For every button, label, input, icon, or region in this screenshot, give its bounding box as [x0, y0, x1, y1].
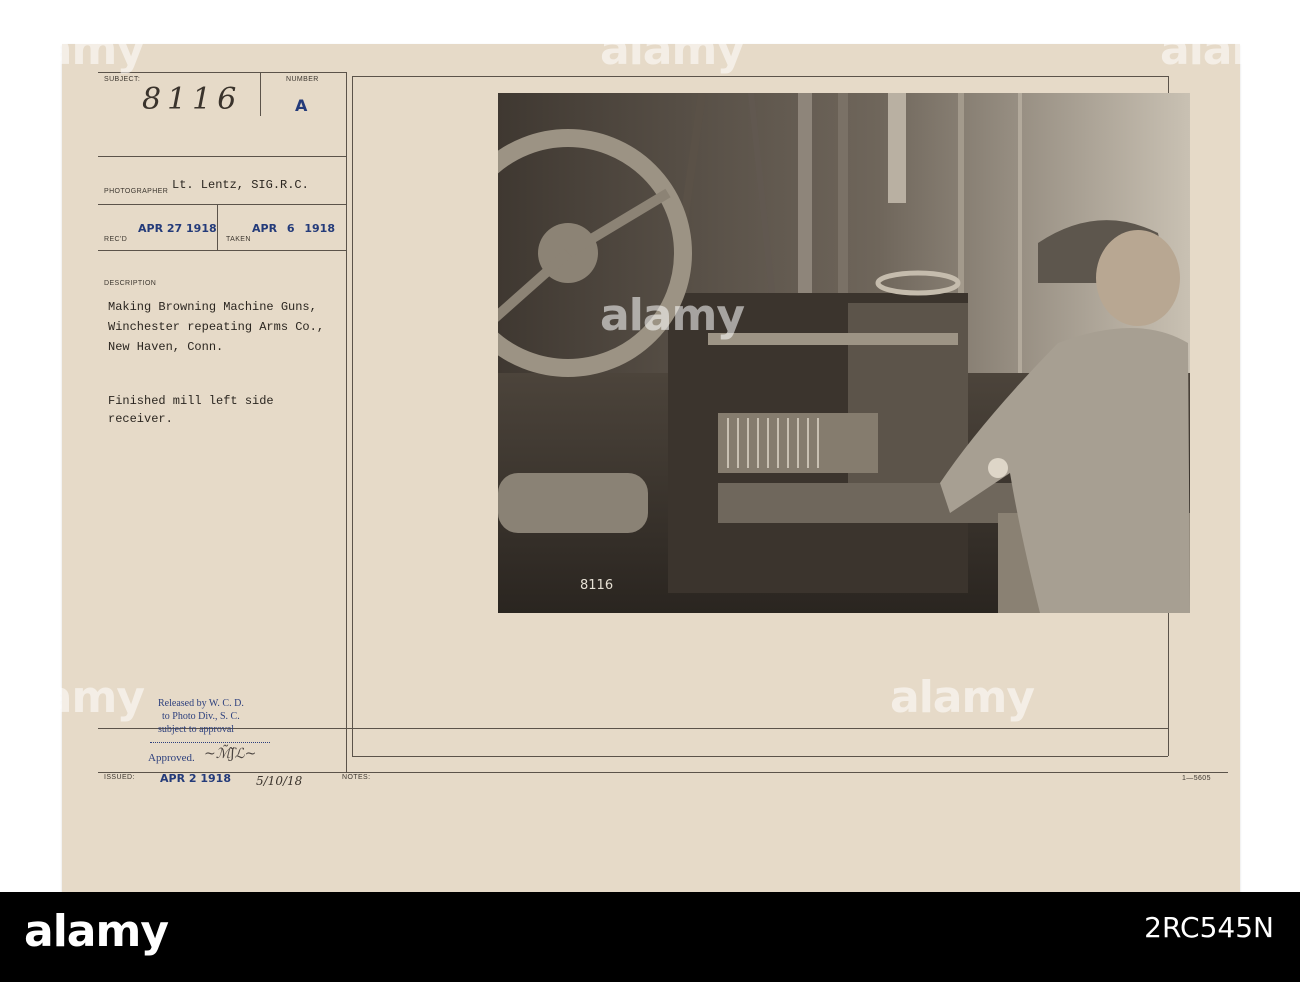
divider	[98, 728, 1168, 729]
factory-photograph: 8116	[498, 93, 1190, 613]
issued-label: ISSUED:	[104, 774, 135, 781]
number-label: NUMBER	[286, 76, 319, 83]
taken-date-stamp: APR 6 1918	[252, 222, 335, 235]
watermark-logo: alamy	[1160, 24, 1300, 75]
watermark-logo: alamy	[0, 24, 145, 75]
number-value: A	[295, 96, 308, 115]
divider	[98, 204, 346, 205]
subject-label: SUBJECT:	[104, 76, 141, 83]
dotted-rule	[150, 742, 270, 743]
divider	[346, 72, 347, 772]
stock-image-id: 2RC545N	[1144, 911, 1274, 944]
form-code: 1—5605	[1182, 775, 1211, 782]
description-line: Making Browning Machine Guns,	[108, 300, 317, 314]
watermark-logo: alamy	[890, 672, 1035, 723]
notes-label: NOTES:	[342, 774, 371, 781]
watermark-logo: alamy	[0, 672, 145, 723]
release-line: Released by W. C. D.	[158, 698, 244, 709]
photographer-name: Lt. Lentz, SIG.R.C.	[172, 178, 309, 192]
divider	[352, 756, 1168, 757]
recd-label: REC'D	[104, 236, 128, 243]
taken-label: TAKEN	[226, 236, 251, 243]
divider	[98, 772, 1228, 773]
release-line: subject to approval	[158, 724, 235, 735]
recd-date-stamp: APR 27 1918	[138, 222, 217, 235]
stock-footer-band	[0, 892, 1300, 982]
divider	[98, 156, 346, 157]
divider	[260, 72, 261, 116]
photographer-label: PHOTOGRAPHER	[104, 188, 169, 195]
watermark-logo: alamy	[600, 24, 745, 75]
description-label: DESCRIPTION	[104, 280, 157, 287]
description-line: New Haven, Conn.	[108, 340, 224, 354]
approval-signature: ~ℳ̃ʃ̃ℒ~	[204, 746, 257, 762]
divider	[217, 204, 218, 250]
release-line: to Photo Div., S. C.	[162, 711, 240, 722]
plate-mark: 8116	[580, 578, 613, 593]
watermark-logo: alamy	[600, 290, 745, 341]
approved-label: Approved.	[148, 752, 195, 764]
machine-shop-illustration: 8116	[498, 93, 1190, 613]
issued-handwritten-date: 5/10/18	[256, 774, 303, 788]
divider	[352, 76, 353, 756]
issued-date-stamp: APR 2 1918	[160, 772, 231, 785]
subject-number: 8116	[142, 82, 243, 117]
caption-line: receiver.	[108, 412, 173, 426]
divider	[352, 76, 1168, 77]
stock-logo: alamy	[24, 906, 169, 957]
caption-line: Finished mill left side	[108, 394, 274, 408]
description-line: Winchester repeating Arms Co.,	[108, 320, 325, 334]
divider	[98, 250, 346, 251]
